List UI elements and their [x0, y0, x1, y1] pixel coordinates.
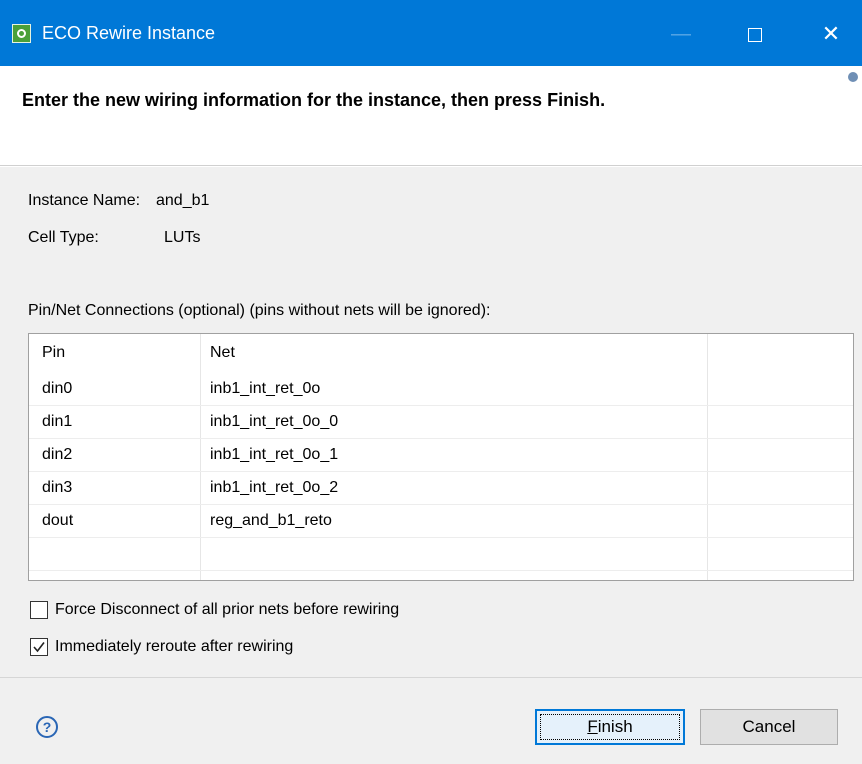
- pin-net-table[interactable]: Pin Net din0 inb1_int_ret_0o din1 inb1_i…: [28, 333, 854, 581]
- pin-cell: dout: [42, 512, 74, 529]
- table-row[interactable]: din2 inb1_int_ret_0o_1: [29, 439, 853, 472]
- cancel-button[interactable]: Cancel: [700, 709, 838, 745]
- column-header-pin[interactable]: Pin: [42, 342, 65, 364]
- pin-cell: din3: [42, 479, 73, 496]
- banner-title: Enter the new wiring information for the…: [22, 90, 606, 110]
- connections-label: Pin/Net Connections (optional) (pins wit…: [28, 302, 491, 319]
- table-row[interactable]: [29, 538, 853, 571]
- instance-name-label: Instance Name:: [28, 192, 141, 209]
- cell-type-value: LUTs: [164, 229, 201, 246]
- dialog-banner: Enter the new wiring information for the…: [0, 66, 862, 166]
- pin-cell: din1: [42, 413, 73, 430]
- help-icon[interactable]: ?: [36, 716, 58, 738]
- immediately-reroute-label[interactable]: Immediately reroute after rewiring: [55, 637, 293, 657]
- maximize-button[interactable]: [732, 14, 778, 54]
- instance-name-row: Instance Name: and_b1: [28, 191, 209, 211]
- minimize-button[interactable]: —: [658, 14, 704, 54]
- finish-mnemonic: F: [587, 717, 598, 736]
- net-cell[interactable]: inb1_int_ret_0o_2: [210, 478, 338, 498]
- cell-type-label: Cell Type:: [28, 229, 99, 246]
- finish-label-rest: inish: [597, 717, 633, 736]
- title-bar: ECO Rewire Instance — ✕: [0, 0, 862, 66]
- net-cell[interactable]: inb1_int_ret_0o_0: [210, 412, 338, 432]
- banner-decoration-icon: [848, 72, 858, 82]
- force-disconnect-label[interactable]: Force Disconnect of all prior nets befor…: [55, 600, 399, 620]
- checkbox-box[interactable]: [30, 601, 48, 619]
- finish-button-label: Finish: [587, 717, 632, 736]
- table-row[interactable]: din1 inb1_int_ret_0o_0: [29, 406, 853, 439]
- maximize-icon: [748, 27, 762, 42]
- table-row[interactable]: din3 inb1_int_ret_0o_2: [29, 472, 853, 505]
- close-button[interactable]: ✕: [808, 14, 854, 54]
- window-title: ECO Rewire Instance: [42, 23, 216, 43]
- pin-cell: din0: [42, 380, 73, 397]
- dialog-footer: ? Finish Cancel: [0, 677, 862, 764]
- table-row[interactable]: dout reg_and_b1_reto: [29, 505, 853, 538]
- instance-name-value: and_b1: [156, 192, 210, 209]
- finish-button[interactable]: Finish: [535, 709, 685, 745]
- cell-type-row: Cell Type: LUTs: [28, 228, 200, 248]
- checkmark-icon: [33, 642, 45, 653]
- net-cell[interactable]: inb1_int_ret_0o: [210, 379, 320, 399]
- pin-cell: din2: [42, 446, 73, 463]
- column-header-net[interactable]: Net: [210, 342, 235, 364]
- checkbox-box[interactable]: [30, 638, 48, 656]
- table-row[interactable]: din0 inb1_int_ret_0o: [29, 373, 853, 406]
- net-cell[interactable]: reg_and_b1_reto: [210, 511, 332, 531]
- app-icon: [12, 24, 31, 43]
- dialog-content: Instance Name: and_b1 Cell Type: LUTs Pin/…: [0, 167, 862, 677]
- net-cell[interactable]: inb1_int_ret_0o_1: [210, 445, 338, 465]
